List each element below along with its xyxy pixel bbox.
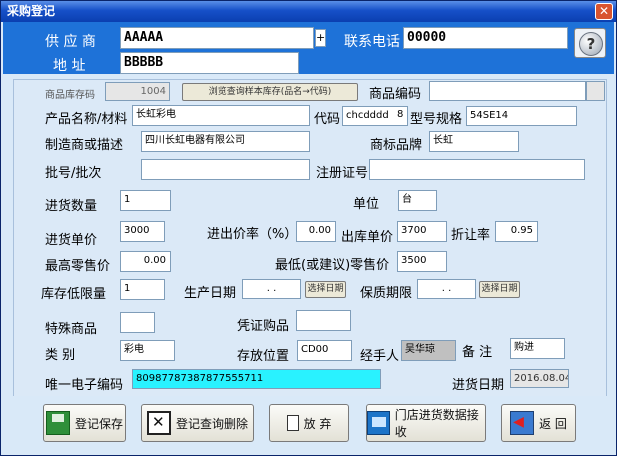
sale-price-label: 出库单价: [341, 230, 394, 245]
note-input[interactable]: 购进: [510, 338, 565, 359]
storage-label: 存放位置: [237, 349, 290, 364]
min-retail-label: 最低(或建议)零售价: [275, 258, 390, 273]
code-suffix: 8: [397, 109, 404, 120]
phone-input[interactable]: 00000: [403, 27, 568, 49]
purchase-price-label: 进货单价: [45, 233, 98, 248]
address-input[interactable]: BBBBB: [120, 52, 299, 74]
special-input[interactable]: [120, 312, 155, 333]
close-icon[interactable]: ✕: [595, 3, 613, 20]
markup-label: 进出价率（%）: [207, 227, 298, 242]
stock-code-input: 1004: [105, 82, 170, 101]
purchase-date-value: 2016.08.04: [510, 369, 569, 388]
max-retail-input[interactable]: 0.00: [120, 251, 171, 272]
max-retail-label: 最高零售价: [45, 259, 111, 274]
code-label: 代码: [314, 112, 341, 127]
receive-data-button-label: 门店进货数据接收: [394, 408, 479, 439]
quantity-label: 进货数量: [45, 199, 98, 214]
model-label: 型号规格: [410, 112, 463, 127]
shelf-life-pick-button[interactable]: 选择日期: [479, 281, 520, 298]
sale-price-input[interactable]: 3700: [397, 221, 447, 242]
document-icon: [286, 415, 299, 431]
storage-input[interactable]: CD00: [297, 340, 352, 361]
registration-label: 注册证号: [316, 166, 369, 181]
purchase-price-input[interactable]: 3000: [120, 221, 165, 242]
supplier-plus-button[interactable]: +: [315, 29, 326, 47]
production-date-label: 生产日期: [184, 286, 237, 301]
browse-sample-stock-button[interactable]: 浏览查询样本库存(品名→代码): [182, 83, 358, 101]
unit-input[interactable]: 台: [398, 190, 437, 211]
product-name-input[interactable]: 长虹彩电: [132, 105, 310, 126]
product-name-label: 产品名称/材料: [45, 112, 128, 127]
discount-label: 折让率: [451, 228, 491, 243]
manufacturer-input[interactable]: 四川长虹电器有限公司: [141, 131, 310, 152]
title-bar: 采购登记 ✕: [1, 1, 616, 22]
supplier-label: 供 应 商: [45, 34, 96, 50]
min-retail-input[interactable]: 3500: [397, 251, 447, 272]
discount-input[interactable]: 0.95: [495, 221, 538, 242]
production-date-pick-button[interactable]: 选择日期: [305, 281, 346, 298]
save-button[interactable]: 登记保存: [43, 404, 126, 442]
unit-label: 单位: [353, 197, 380, 212]
shelf-life-input[interactable]: . .: [417, 279, 476, 299]
handler-input[interactable]: 吴华琼: [401, 340, 456, 361]
phone-label: 联系电话: [344, 34, 400, 50]
note-label: 备 注: [462, 345, 493, 360]
query-delete-button[interactable]: 登记查询删除: [141, 404, 254, 442]
floppy-icon: [45, 411, 70, 435]
receive-data-button[interactable]: 门店进货数据接收: [366, 404, 486, 442]
voucher-input[interactable]: [296, 310, 351, 331]
manufacturer-label: 制造商或描述: [45, 138, 124, 153]
quantity-input[interactable]: 1: [120, 190, 171, 211]
special-label: 特殊商品: [45, 322, 98, 337]
production-date-input[interactable]: . .: [242, 279, 301, 299]
brand-input[interactable]: 长虹: [429, 131, 519, 152]
voucher-label: 凭证购品: [237, 319, 290, 334]
exit-icon: [510, 411, 535, 435]
product-code-label: 商品编码: [369, 87, 422, 102]
question-icon: ?: [579, 32, 603, 56]
purchase-registration-window: 采购登记 ✕ 供 应 商 AAAAA + 联系电话 00000 ? 地 址 BB…: [0, 0, 617, 456]
category-label: 类 别: [45, 348, 76, 363]
window-title: 采购登记: [7, 4, 56, 18]
address-label: 地 址: [53, 58, 86, 74]
stock-code-label: 商品库存码: [45, 90, 95, 101]
help-button[interactable]: ?: [574, 28, 606, 58]
barcode-label: 唯一电子编码: [45, 378, 124, 393]
save-button-label: 登记保存: [74, 416, 123, 431]
shelf-life-label: 保质期限: [360, 286, 413, 301]
delete-icon: [146, 411, 171, 435]
product-code-side-button[interactable]: [586, 81, 605, 101]
discard-button-label: 放 弃: [303, 416, 332, 431]
markup-input[interactable]: 0.00: [296, 221, 336, 242]
discard-button[interactable]: 放 弃: [269, 404, 349, 442]
back-button-label: 返 回: [539, 416, 567, 431]
model-input[interactable]: 54SE14: [466, 106, 577, 126]
stock-min-label: 库存低限量: [41, 287, 107, 302]
back-button[interactable]: 返 回: [501, 404, 576, 442]
barcode-input[interactable]: 80987787387877555711: [132, 369, 381, 389]
brand-label: 商标品牌: [370, 138, 423, 153]
query-delete-button-label: 登记查询删除: [175, 416, 248, 431]
network-icon: [367, 411, 390, 435]
batch-label: 批号/批次: [45, 166, 102, 181]
category-input[interactable]: 彩电: [120, 340, 175, 361]
handler-label: 经手人: [360, 349, 400, 364]
batch-input[interactable]: [141, 159, 310, 180]
registration-input[interactable]: [369, 159, 585, 180]
supplier-input[interactable]: AAAAA: [120, 27, 314, 49]
purchase-date-label: 进货日期: [452, 378, 505, 393]
stock-min-input[interactable]: 1: [120, 279, 165, 300]
product-code-input[interactable]: [429, 81, 586, 101]
